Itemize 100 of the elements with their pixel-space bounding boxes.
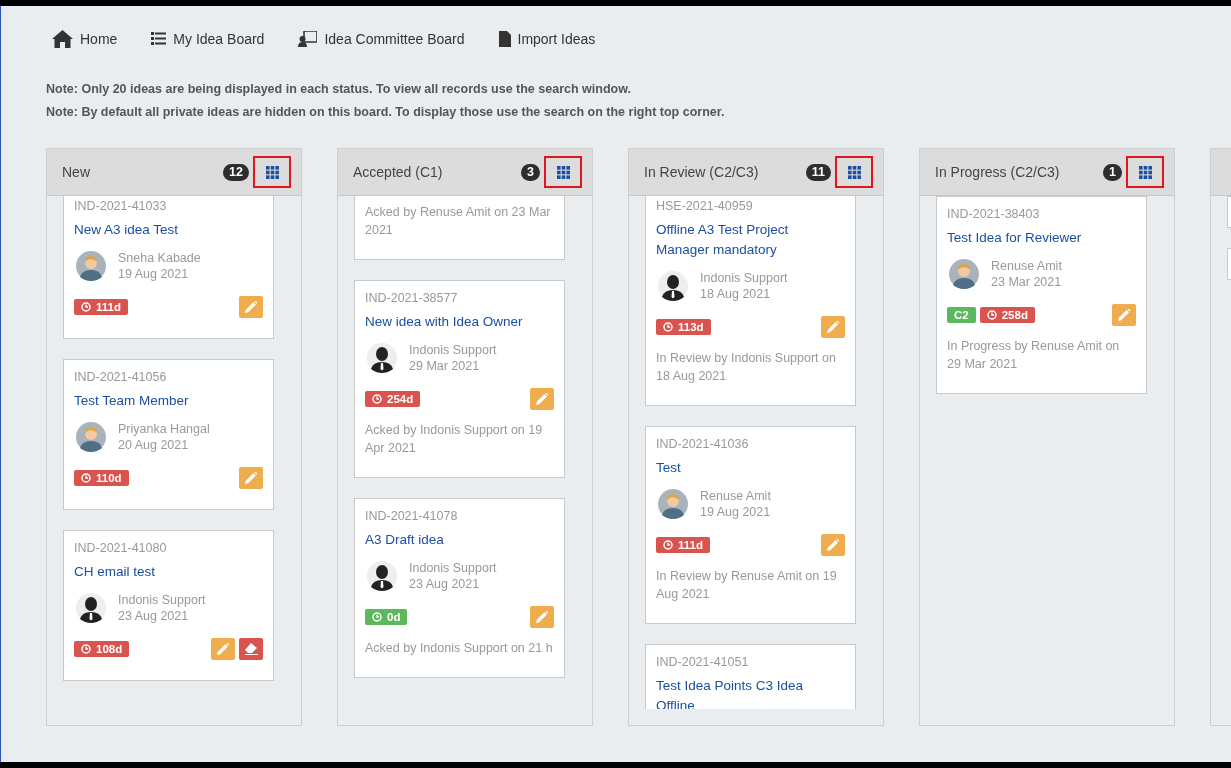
status-note: In Progress by Renuse Amit on 29 Mar 2021: [947, 338, 1121, 373]
idea-id: IND-2021-41080: [74, 541, 168, 555]
pencil-icon: [536, 393, 548, 405]
status-note: Acked by Indonis Support on 21 h: [365, 640, 554, 657]
pencil-icon: [827, 321, 839, 333]
idea-id: IND-2021-41036: [656, 437, 750, 451]
owner-name: Indonis Support: [409, 343, 497, 357]
edit-button[interactable]: [821, 534, 845, 556]
idea-card[interactable]: IND-2021-38403 Test Idea for Reviewer Renuse Amit 23 Mar 2021 C2 258d In Progress by Renuse Amit on 29 Mar 2021: [936, 196, 1147, 394]
delete-button[interactable]: [239, 638, 263, 660]
note-text: Note: By default all private ideas are hidden on this board. To display those use the search on the right top corner.: [46, 104, 726, 120]
clock-icon: [81, 644, 91, 654]
edit-button[interactable]: [239, 467, 263, 489]
owner-name: Indonis Support: [700, 271, 788, 285]
avatar-icon: [367, 343, 397, 373]
age-badge: 108d: [74, 641, 130, 657]
idea-card[interactable]: IND-2021-41036 Test Renuse Amit 19 Aug 2021 111d In Review by Renuse Amit on 19 Aug 2021: [645, 426, 856, 624]
column-title: In Progress (C2/C3): [935, 164, 1061, 180]
grid-view-button[interactable]: [1126, 156, 1164, 188]
idea-card[interactable]: IND-2021-41078 A3 Draft idea Indonis Support 23 Aug 2021 0d Acked by Indonis Support on 21 h: [354, 498, 565, 678]
grid-icon: [556, 165, 570, 179]
grid-icon: [847, 165, 861, 179]
idea-card[interactable]: HSE-2021-40959 Offline A3 Test Project Manager mandatory Indonis Support 18 Aug 2021 113d In Review by Indonis Support on 18 Aug 2021: [645, 196, 856, 406]
count-badge: 12: [223, 163, 249, 181]
owner-name: Indonis Support: [409, 561, 497, 575]
count-badge: 1: [1103, 163, 1122, 181]
clock-icon: [986, 310, 997, 320]
pencil-icon: [245, 472, 257, 484]
idea-card[interactable]: IND-2021-41033 New A3 idea Test Sneha Kabade 19 Aug 2021 111d: [63, 196, 274, 339]
age-badge: 258d: [979, 307, 1035, 323]
count-badge: 11: [805, 163, 831, 181]
idea-id: IND-2021-38403: [947, 207, 1041, 221]
clock-icon: [81, 302, 91, 312]
age-badge: 113d: [656, 319, 711, 335]
grid-icon: [1138, 165, 1152, 179]
avatar-icon: [658, 271, 688, 301]
idea-title-link[interactable]: New idea with Idea Owner: [365, 312, 554, 332]
presenter-icon: [298, 30, 318, 47]
column-title: Accepted (C1): [353, 164, 444, 180]
owner-name: Priyanka Hangal: [118, 422, 210, 436]
avatar-icon: [76, 251, 106, 281]
avatar-icon: [949, 259, 979, 289]
age-badge: 111d: [656, 537, 710, 553]
clock-icon: [663, 322, 673, 332]
idea-id: HSE-2021-40959: [656, 199, 754, 213]
status-note: Acked by Indonis Support on 19 Apr 2021: [365, 422, 544, 457]
edit-button[interactable]: [530, 388, 554, 410]
nav-link[interactable]: My Idea Board: [151, 30, 265, 47]
column-title: New: [62, 164, 91, 180]
nav-link[interactable]: Idea Committee Board: [298, 30, 465, 47]
idea-card[interactable]: IND-2021-41056 Test Team Member Priyanka Hangal 20 Aug 2021 110d: [63, 359, 274, 510]
list-icon: [151, 32, 167, 45]
idea-title-link[interactable]: A3 Draft idea: [365, 530, 554, 550]
edit-button[interactable]: [239, 296, 263, 318]
pencil-icon: [245, 301, 257, 313]
grid-view-button[interactable]: [253, 156, 291, 188]
age-badge: 110d: [74, 470, 129, 486]
idea-id: IND-2021-41033: [74, 199, 168, 213]
grid-view-button[interactable]: [544, 156, 582, 188]
idea-title-link[interactable]: Test Team Member: [74, 391, 263, 411]
avatar-icon: [76, 422, 106, 452]
idea-title-link[interactable]: New A3 idea Test: [74, 220, 263, 240]
nav-link[interactable]: Import Ideas: [498, 30, 596, 47]
created-date: 20 Aug 2021: [118, 438, 190, 452]
count-badge: 3: [521, 163, 540, 181]
clock-icon: [372, 612, 382, 622]
clock-icon: [81, 473, 91, 483]
pencil-icon: [827, 539, 839, 551]
status-note: Acked by Renuse Amit on 23 Mar 2021: [365, 204, 552, 239]
file-icon: [498, 30, 511, 47]
created-date: 19 Aug 2021: [118, 267, 190, 281]
idea-id: IND-2021-41078: [365, 509, 459, 523]
idea-card[interactable]: IND-2021-41080 CH email test Indonis Support 23 Aug 2021 108d: [63, 530, 274, 681]
idea-card[interactable]: IND-2021-38577 New idea with Idea Owner Indonis Support 29 Mar 2021 254d Acked by Indonis Support on 19 Apr 2021: [354, 280, 565, 478]
idea-id: IND-2021-41056: [74, 370, 168, 384]
pencil-icon: [217, 643, 229, 655]
stage-badge: C2: [947, 307, 976, 323]
idea-title-link[interactable]: CH email test: [74, 562, 263, 582]
owner-name: Sneha Kabade: [118, 251, 201, 265]
status-note: In Review by Indonis Support on 18 Aug 2021: [656, 350, 837, 385]
edit-button[interactable]: [821, 316, 845, 338]
created-date: 29 Mar 2021: [409, 359, 481, 373]
created-date: 19 Aug 2021: [700, 505, 771, 519]
edit-button[interactable]: [1112, 304, 1136, 326]
owner-name: Renuse Amit: [991, 259, 1062, 273]
avatar-icon: [367, 561, 397, 591]
idea-title-link[interactable]: Offline A3 Test Project Manager mandatory: [656, 220, 845, 260]
status-note: In Review by Renuse Amit on 19 Aug 2021: [656, 568, 838, 603]
grid-icon: [265, 165, 279, 179]
idea-id: IND-2021-41051: [656, 655, 750, 669]
grid-view-button[interactable]: [835, 156, 873, 188]
edit-button[interactable]: [211, 638, 235, 660]
edit-button[interactable]: [530, 606, 554, 628]
note-text: Note: Only 20 ideas are being displayed in each status. To view all records use the search window.: [46, 81, 632, 97]
idea-title-link[interactable]: Test: [656, 458, 845, 478]
idea-title-link[interactable]: Test Idea for Reviewer: [947, 228, 1136, 248]
avatar-icon: [76, 593, 106, 623]
column-title: In Review (C2/C3): [644, 164, 760, 180]
nav-link[interactable]: Home: [52, 29, 118, 48]
age-badge: 0d: [365, 609, 408, 625]
